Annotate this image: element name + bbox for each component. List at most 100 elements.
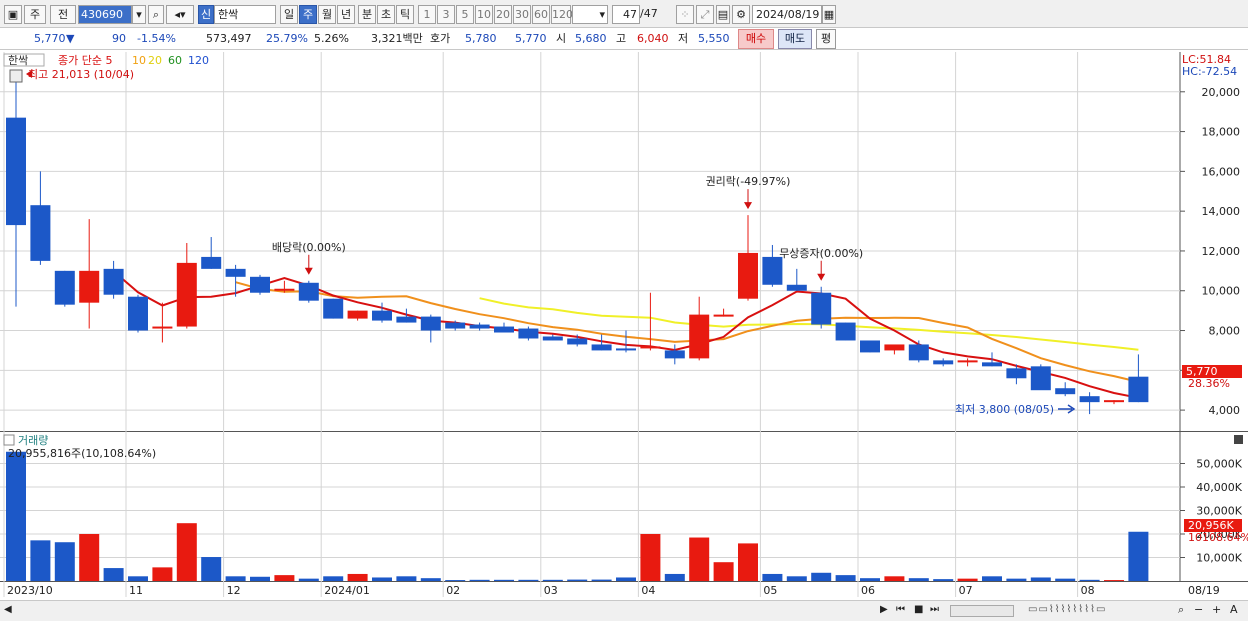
volume-bar xyxy=(933,579,954,581)
minute-option-30[interactable]: 30 xyxy=(513,5,531,24)
tab-yearly[interactable]: 년 xyxy=(337,5,355,24)
stop-icon[interactable]: ■ xyxy=(914,604,923,615)
speaker-icon[interactable]: ◂▾ xyxy=(166,5,194,24)
volume-bar xyxy=(494,579,514,581)
candle-body xyxy=(616,348,636,351)
tab-monthly[interactable]: 월 xyxy=(318,5,336,24)
price-chart[interactable]: 4,0006,0008,00010,00012,00014,00016,0001… xyxy=(0,50,1248,600)
prev-stock-button[interactable]: 전 xyxy=(50,5,76,24)
candle-body xyxy=(176,262,197,327)
stock-name-field[interactable]: 한싹 xyxy=(214,5,276,24)
volume-bar xyxy=(201,557,222,581)
bar-count-input[interactable]: 47 xyxy=(612,5,640,24)
gear-icon[interactable]: ⚙ xyxy=(732,5,750,24)
candle-body xyxy=(811,292,832,325)
candle-body xyxy=(372,310,392,321)
volume-bar xyxy=(298,578,319,581)
volume-bar xyxy=(1006,578,1027,581)
top-toolbar: ▣ 주 전 430690 ▾ ⌕ ◂▾ 신 한싹 일 주 월 년 분 초 틱 1… xyxy=(0,0,1248,28)
zoom-icon[interactable]: ⌕ xyxy=(1178,603,1184,617)
font-size-icon[interactable]: A xyxy=(1230,603,1238,616)
custom-interval-select[interactable]: ▾ xyxy=(572,5,608,24)
volume-bar xyxy=(860,578,880,581)
candle-body xyxy=(738,252,758,299)
chart-tools-icons[interactable]: ▭▭⌇⌇⌇⌇⌇⌇⌇⌇▭ xyxy=(1028,604,1106,615)
volume-bar xyxy=(274,575,295,581)
last-change-pct: 28.36% xyxy=(1188,377,1230,390)
code-dropdown-icon[interactable]: ▾ xyxy=(132,5,146,24)
candle-body xyxy=(1055,388,1076,395)
volume-tick-label: 40,000K xyxy=(1196,481,1242,494)
volume-bar xyxy=(176,523,197,581)
scroll-right-icon[interactable]: ▶ xyxy=(880,604,888,615)
x-axis-tick-label: 04 xyxy=(641,584,655,597)
volume-panel-close-icon[interactable] xyxy=(1234,435,1243,444)
tab-weekly[interactable]: 주 xyxy=(299,5,317,24)
minute-option-60[interactable]: 60 xyxy=(532,5,550,24)
last-volume-pct: 10108.64% xyxy=(1188,531,1248,544)
candle-body xyxy=(469,324,490,329)
tab-minute[interactable]: 분 xyxy=(358,5,376,24)
volume-bar xyxy=(54,542,75,581)
volume-bar xyxy=(225,576,246,581)
volume-bar xyxy=(152,567,173,581)
tab-daily[interactable]: 일 xyxy=(280,5,298,24)
max-price-label: 최고 21,013 (10/04) xyxy=(28,68,134,81)
minute-option-1[interactable]: 1 xyxy=(418,5,436,24)
tab-second[interactable]: 초 xyxy=(377,5,395,24)
volume-bar xyxy=(762,573,783,581)
current-price: 5,770 xyxy=(34,32,66,45)
candle-body xyxy=(445,322,466,329)
bottom-scroll-bar: ◀ ▶ ⏮ ■ ⏭ ▭▭⌇⌇⌇⌇⌇⌇⌇⌇▭ ⌕ − + A xyxy=(0,600,1248,621)
candle-body xyxy=(664,350,685,359)
volume-bar xyxy=(469,579,490,581)
save-icon[interactable]: ▤ xyxy=(716,5,730,24)
legend-ma-20: 20 xyxy=(148,54,162,67)
buy-button[interactable]: 매수 xyxy=(738,29,774,49)
candle-body xyxy=(79,270,100,303)
event-annotation-label: 무상증자(0.00%) xyxy=(779,247,863,260)
stock-code-input[interactable]: 430690 xyxy=(78,5,132,24)
volume-bar xyxy=(420,578,441,581)
candle-body xyxy=(542,336,563,341)
minute-option-120[interactable]: 120 xyxy=(551,5,573,24)
minute-option-20[interactable]: 20 xyxy=(494,5,512,24)
search-icon[interactable]: ⌕ xyxy=(148,5,164,24)
candle-body xyxy=(250,276,270,293)
candle-body xyxy=(274,288,295,291)
x-axis-tick-label: 05 xyxy=(763,584,777,597)
trade-amount: 3,321백만 xyxy=(371,32,423,45)
overlay-icon[interactable]: ⁘ xyxy=(676,5,694,24)
minute-option-10[interactable]: 10 xyxy=(475,5,493,24)
candle-body xyxy=(420,316,441,331)
candle-body xyxy=(835,322,856,341)
candle-body xyxy=(103,268,124,295)
minute-option-5[interactable]: 5 xyxy=(456,5,474,24)
volume-bar xyxy=(738,543,758,581)
chart-menu-icon[interactable]: ▣ xyxy=(4,5,22,24)
sell-button[interactable]: 매도 xyxy=(778,29,812,49)
high-price: 6,040 xyxy=(637,32,669,45)
last-page-icon[interactable]: ⏭ xyxy=(930,604,939,615)
candle-body xyxy=(225,268,246,277)
high-label: 고 xyxy=(616,32,627,45)
tab-tick[interactable]: 틱 xyxy=(396,5,414,24)
minute-option-3[interactable]: 3 xyxy=(437,5,455,24)
evaluate-button[interactable]: 평 xyxy=(816,29,836,49)
change-percent: -1.54% xyxy=(137,32,176,45)
zoom-in-icon[interactable]: + xyxy=(1212,603,1221,616)
volume-panel-icon[interactable] xyxy=(3,434,15,446)
scroll-left-icon[interactable]: ◀ xyxy=(4,604,12,615)
candle-body xyxy=(30,205,51,261)
volume-bar xyxy=(689,537,710,581)
draw-tool-icon[interactable]: ⤢ xyxy=(696,5,714,24)
date-field[interactable]: 2024/08/19 xyxy=(752,5,822,24)
calendar-icon[interactable] xyxy=(9,69,23,83)
volume-bar xyxy=(79,534,100,581)
volume-bar xyxy=(786,576,807,581)
zoom-out-icon[interactable]: − xyxy=(1194,603,1203,616)
calendar-icon[interactable]: ▦ xyxy=(822,5,836,24)
first-page-icon[interactable]: ⏮ xyxy=(896,604,905,615)
scroll-thumb[interactable] xyxy=(950,605,1014,617)
period-selector[interactable]: 주 xyxy=(24,5,46,24)
